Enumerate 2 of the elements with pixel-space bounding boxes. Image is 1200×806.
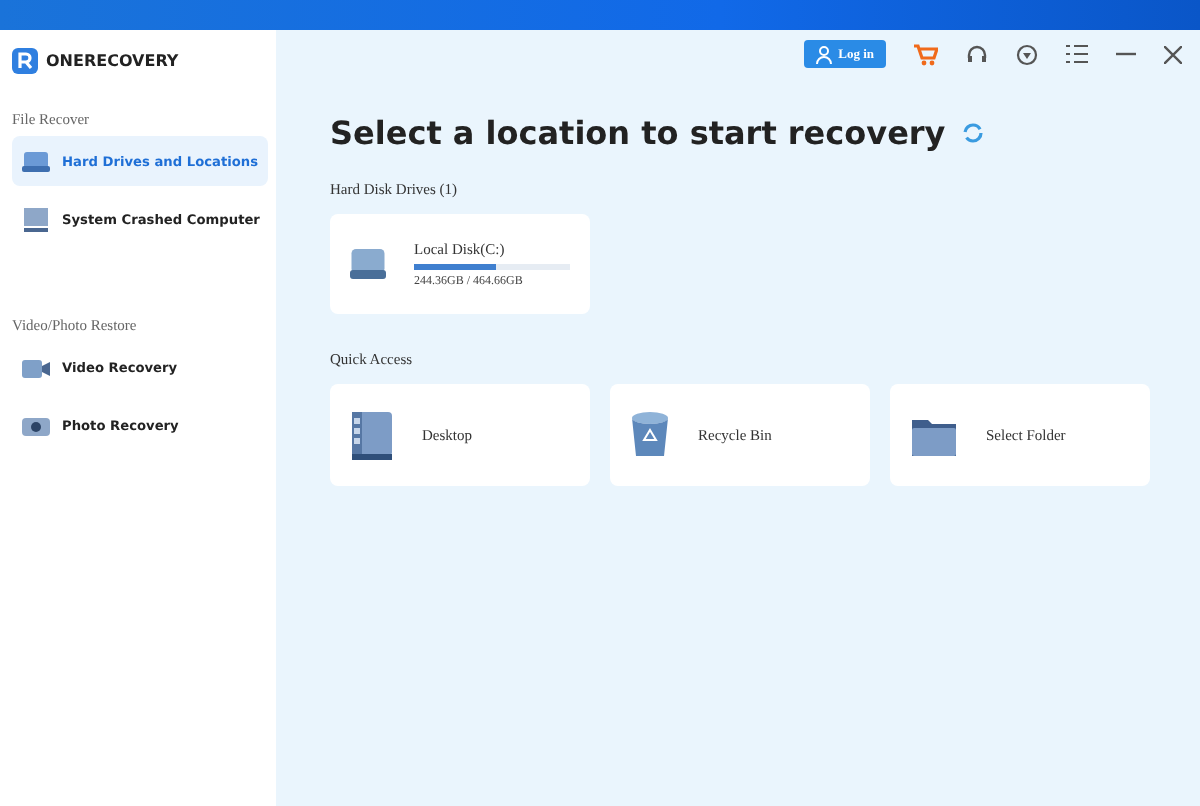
page-heading: Select a location to start recovery [330,114,946,152]
app-name: ONERECOVERY [46,51,179,69]
